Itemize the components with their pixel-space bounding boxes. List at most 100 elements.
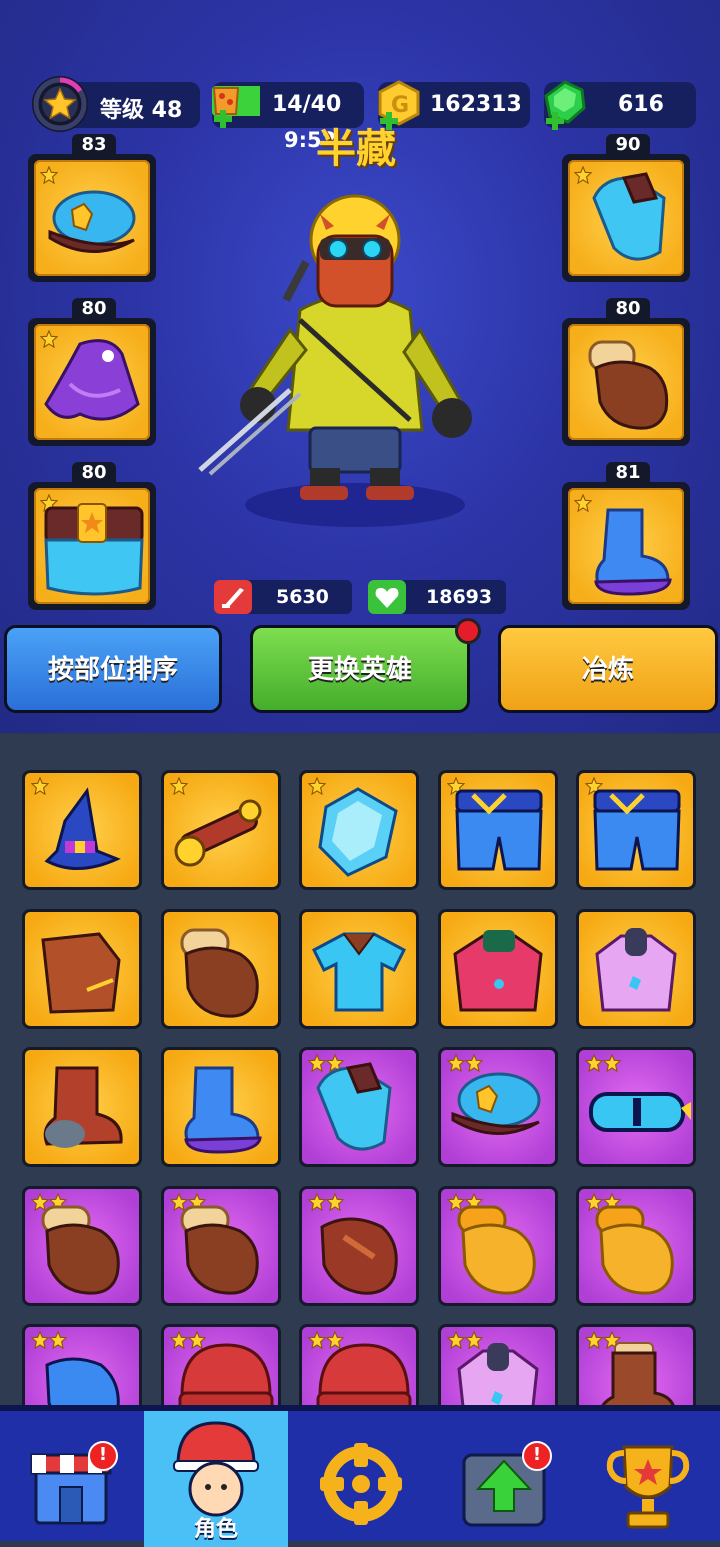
nav-character-label: 角色 (193, 1517, 238, 1542)
energy-count: 14/40 (272, 92, 342, 117)
inventory-item-blue-armor[interactable] (299, 1047, 419, 1167)
heart-health-icon (368, 580, 406, 614)
level-display[interactable]: 等级 48 (32, 76, 200, 132)
inventory-item-red-jacket[interactable] (437, 908, 558, 1029)
sort-by-slot-button[interactable]: 按部位排序 (4, 625, 222, 713)
nav-shop[interactable]: ! (0, 1411, 144, 1547)
inventory-item-blue-shorts[interactable] (576, 770, 696, 890)
blue-armor-icon (316, 1062, 392, 1151)
equip-slot-armor[interactable]: 90 (562, 134, 690, 282)
pizza-energy-icon (212, 86, 260, 128)
inventory-item-leather-glove[interactable] (299, 1185, 419, 1306)
scope-icon (174, 799, 261, 867)
attack-value: 5630 (276, 586, 329, 608)
slot-level: 80 (606, 298, 650, 320)
inventory-item-scope[interactable] (160, 770, 281, 890)
inventory-item-blue-shirt[interactable] (299, 908, 419, 1029)
blue-boot-icon (594, 508, 672, 596)
inventory-item-diamond[interactable] (299, 770, 419, 890)
sword-attack-icon (214, 580, 252, 614)
inventory-item-brown-glove[interactable] (160, 1185, 281, 1306)
smelt-button[interactable]: 冶炼 (498, 625, 718, 713)
inventory-item-brown-glove[interactable] (22, 1185, 142, 1306)
brown-boot-icon (601, 1342, 675, 1405)
purple-cloak-icon (44, 339, 140, 421)
blue-shorts-icon (454, 789, 543, 871)
inventory-item-blue-boot[interactable] (160, 1047, 281, 1167)
red-boot-icon (43, 1066, 123, 1148)
slot-level: 83 (72, 134, 116, 156)
blue-glove-icon (45, 1357, 120, 1405)
nav-battle[interactable] (288, 1411, 432, 1547)
upgrade-alert-badge: ! (522, 1441, 552, 1471)
brown-glove-icon (41, 1205, 120, 1295)
bottom-nav: ! 角色 ! (0, 1405, 720, 1547)
inventory-item-red-beanie[interactable] (299, 1324, 419, 1405)
pink-vest-icon (456, 1343, 539, 1405)
nav-upgrade[interactable]: ! (432, 1411, 576, 1547)
change-hero-button[interactable]: 更换英雄 (250, 625, 470, 713)
inventory-item-yellow-glove[interactable] (437, 1185, 558, 1306)
nav-trophy[interactable] (576, 1411, 720, 1547)
red-beanie-icon (178, 1343, 273, 1405)
diamond-icon (318, 787, 398, 877)
blue-shirt-icon (312, 932, 406, 1011)
health-value: 18693 (426, 586, 493, 608)
slot-level: 80 (72, 298, 116, 320)
blue-armor-icon (592, 172, 666, 261)
leather-armor-icon (41, 931, 121, 1014)
belt-pants-icon (44, 503, 144, 596)
coin-count: 162313 (430, 92, 522, 117)
blue-shorts-icon (593, 789, 681, 871)
equip-slot-head[interactable]: 83 (28, 134, 156, 282)
inventory-item-red-boot[interactable] (22, 1047, 142, 1167)
police-cap-icon (451, 1072, 540, 1135)
goggles-icon (589, 1092, 691, 1132)
yellow-glove-icon (595, 1205, 674, 1295)
hero-name: 半藏 (316, 126, 396, 172)
nav-character[interactable]: 角色 (144, 1411, 288, 1547)
gem-icon (544, 80, 586, 130)
inventory-item-blue-shorts[interactable] (437, 770, 558, 890)
notification-dot (455, 618, 481, 644)
inventory-item-pink-vest[interactable] (576, 908, 696, 1029)
crosshair-icon (320, 1443, 402, 1525)
brown-glove-icon (180, 928, 259, 1018)
level-ring (32, 76, 88, 132)
character-avatar-icon (173, 1421, 259, 1517)
attack-stat: 5630 (214, 580, 352, 614)
inventory-item-blue-glove[interactable] (22, 1324, 142, 1405)
slot-level: 81 (606, 462, 650, 484)
brown-glove-icon (588, 340, 669, 430)
svg-text:G: G (391, 93, 409, 118)
blue-boot-icon (183, 1066, 262, 1154)
equip-slot-pants[interactable]: 80 (28, 462, 156, 610)
equip-slot-glove[interactable]: 80 (562, 298, 690, 446)
inventory-item-goggles[interactable] (576, 1047, 696, 1167)
hero-character (198, 194, 472, 527)
inventory-item-red-beanie[interactable] (160, 1324, 281, 1405)
yellow-glove-icon (457, 1205, 536, 1295)
coin-display[interactable]: G 162313 (378, 80, 530, 130)
equip-slot-boot[interactable]: 81 (562, 462, 690, 610)
inventory-item-police-cap[interactable] (437, 1047, 558, 1167)
inventory-item-leather-armor[interactable] (22, 908, 142, 1029)
star-icon (42, 86, 78, 122)
wizard-hat-icon (44, 787, 121, 871)
inventory-item-yellow-glove[interactable] (576, 1185, 696, 1306)
gem-display[interactable]: 616 (544, 80, 696, 130)
pink-vest-icon (595, 927, 677, 1011)
police-cap-icon (48, 190, 136, 253)
inventory-item-brown-boot[interactable] (576, 1324, 696, 1405)
inventory-item-pink-vest[interactable] (437, 1324, 558, 1405)
inventory-item-brown-glove[interactable] (160, 908, 281, 1029)
gem-count: 616 (618, 92, 664, 117)
equip-slot-cloak[interactable]: 80 (28, 298, 156, 446)
shop-alert-badge: ! (88, 1441, 118, 1471)
inventory-item-wizard-hat[interactable] (22, 770, 142, 890)
slot-level: 80 (72, 462, 116, 484)
red-jacket-icon (452, 929, 543, 1011)
red-beanie-icon (316, 1343, 412, 1405)
trophy-icon (606, 1445, 690, 1529)
slot-level: 90 (606, 134, 650, 156)
